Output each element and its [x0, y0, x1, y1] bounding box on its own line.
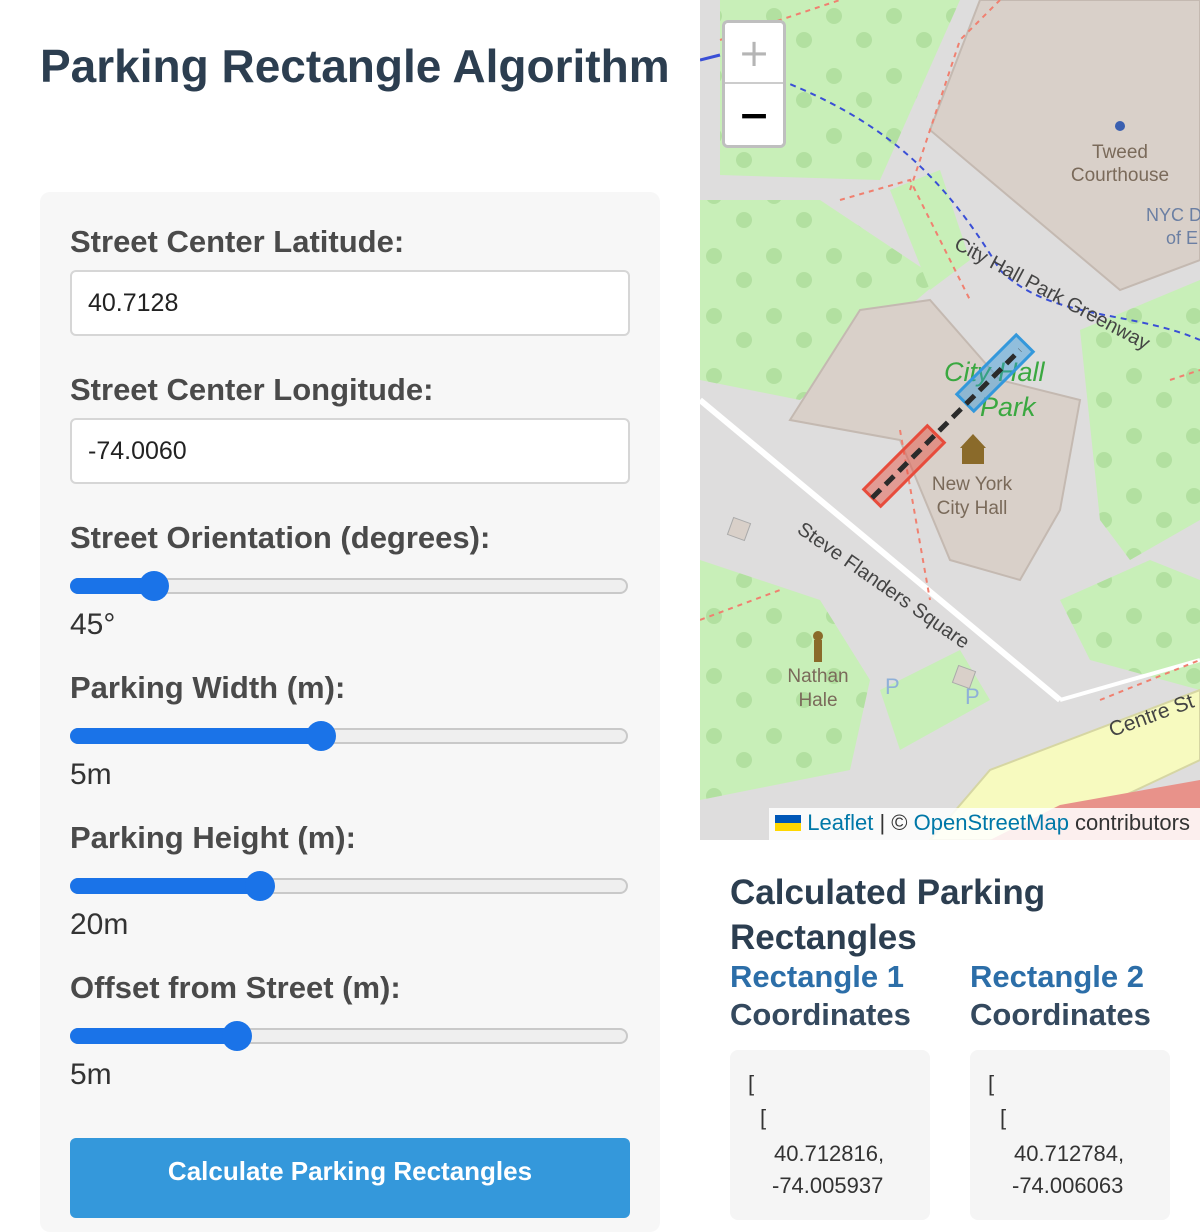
- parking-height-value: 20m: [70, 908, 129, 941]
- orientation-label: Street Orientation (degrees):: [70, 520, 491, 555]
- parking-width-slider[interactable]: [70, 721, 628, 751]
- coord-bracket: [: [748, 1071, 755, 1096]
- map-label-city-hall-2: City Hall: [937, 498, 1008, 519]
- ukraine-flag-icon: [775, 815, 802, 831]
- longitude-label: Street Center Longitude:: [70, 372, 434, 407]
- parking-width-label: Parking Width (m):: [70, 670, 346, 705]
- coord-lat: 40.712816,: [774, 1141, 885, 1166]
- slider-thumb[interactable]: [222, 1021, 253, 1051]
- courthouse-marker: [1115, 121, 1125, 131]
- coord-lat: 40.712784,: [1014, 1141, 1125, 1166]
- coord-lng: -74.005937: [772, 1173, 884, 1198]
- statue-icon: [813, 631, 823, 662]
- rectangle-2-title-line-2: Coordinates: [970, 997, 1151, 1032]
- parameter-form: Street Center Latitude: Street Center Lo…: [40, 192, 660, 1232]
- zoom-out-button[interactable]: −: [725, 84, 783, 145]
- rectangle-2-title-line-1: Rectangle 2: [970, 959, 1145, 994]
- coord-bracket: [: [988, 1071, 995, 1096]
- map-label-parking-1: P: [885, 674, 900, 699]
- slider-fill: [70, 728, 322, 744]
- parking-width-value: 5m: [70, 758, 112, 791]
- attribution-suffix: contributors: [1068, 810, 1190, 835]
- control-panel: Parking Rectangle Algorithm Street Cente…: [0, 0, 700, 1232]
- zoom-control: + −: [722, 20, 786, 148]
- map-label-courthouse: Courthouse: [1071, 165, 1169, 186]
- rectangle-1-coordinates: [ [ 40.712816, -74.005937: [730, 1050, 930, 1220]
- map-label-nyc-d: NYC D: [1146, 205, 1200, 225]
- coord-bracket: [: [1000, 1105, 1007, 1130]
- rectangle-2-title: Rectangle 2 Coordinates: [970, 958, 1180, 1034]
- map-label-of-e: of E: [1166, 228, 1198, 248]
- map-view[interactable]: Tweed Courthouse NYC D of E City Hall Pa…: [700, 0, 1200, 840]
- zoom-in-button[interactable]: +: [725, 23, 783, 84]
- slider-fill: [70, 878, 260, 894]
- orientation-slider[interactable]: [70, 571, 628, 601]
- rectangle-1-title-line-1: Rectangle 1: [730, 959, 905, 994]
- calculate-button[interactable]: Calculate Parking Rectangles: [70, 1138, 630, 1218]
- offset-slider[interactable]: [70, 1021, 628, 1051]
- map-label-tweed: Tweed: [1092, 142, 1148, 163]
- rectangle-1-title-line-2: Coordinates: [730, 997, 911, 1032]
- offset-label: Offset from Street (m):: [70, 970, 401, 1005]
- coord-bracket: [: [760, 1105, 767, 1130]
- map-label-city-hall-1: New York: [932, 474, 1013, 495]
- longitude-input[interactable]: [70, 418, 630, 484]
- attribution-separator: | ©: [873, 810, 914, 835]
- leaflet-link[interactable]: Leaflet: [807, 810, 873, 835]
- rectangle-2-coordinates: [ [ 40.712784, -74.006063: [970, 1050, 1170, 1220]
- parking-height-label: Parking Height (m):: [70, 820, 356, 855]
- slider-thumb[interactable]: [306, 721, 337, 751]
- openstreetmap-link[interactable]: OpenStreetMap: [914, 810, 1069, 835]
- latitude-input[interactable]: [70, 270, 630, 336]
- offset-value: 5m: [70, 1058, 112, 1091]
- latitude-label: Street Center Latitude:: [70, 224, 405, 259]
- coord-lng: -74.006063: [1012, 1173, 1124, 1198]
- slider-thumb[interactable]: [244, 871, 275, 901]
- map-attribution: Leaflet | © OpenStreetMap contributors: [769, 808, 1200, 840]
- parking-height-slider[interactable]: [70, 871, 628, 901]
- rectangle-1-title: Rectangle 1 Coordinates: [730, 958, 940, 1034]
- map-label-hale: Hale: [798, 690, 837, 711]
- slider-thumb[interactable]: [138, 571, 169, 601]
- results-panel: Calculated Parking Rectangles Rectangle …: [700, 840, 1200, 1220]
- map-label-nathan: Nathan: [787, 666, 848, 687]
- results-title: Calculated Parking Rectangles: [730, 873, 1046, 957]
- orientation-value: 45°: [70, 608, 116, 641]
- slider-fill: [70, 1028, 238, 1044]
- map-label-parking-2: P: [965, 684, 980, 709]
- page-title: Parking Rectangle Algorithm: [40, 40, 670, 92]
